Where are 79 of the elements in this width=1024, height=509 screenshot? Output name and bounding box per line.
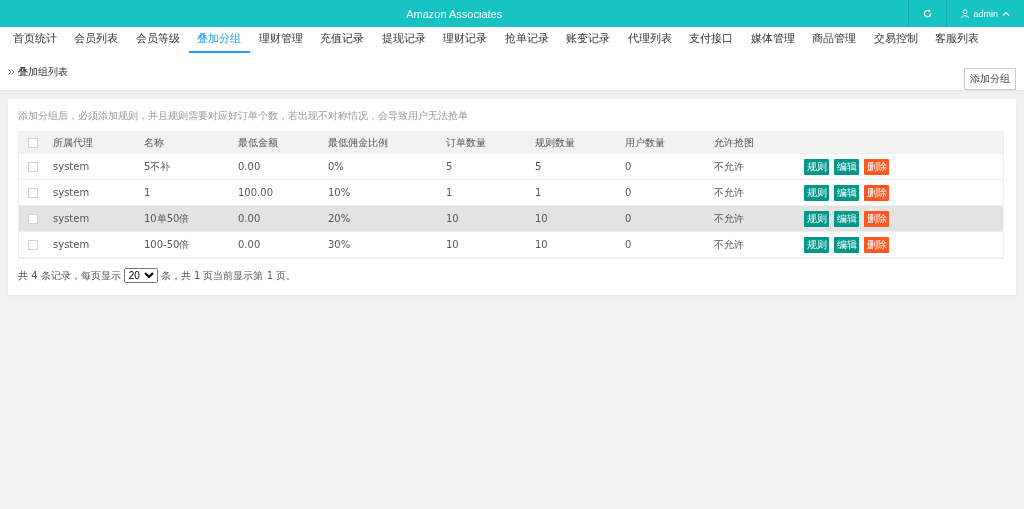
table-cell: system [53,239,90,250]
table-cell: 不允许 [714,237,744,252]
table-cell: 10 [446,239,459,250]
nav-tab[interactable]: 代理列表 [619,27,681,53]
checkbox[interactable] [28,137,38,148]
table-cell: 0.00 [238,213,261,224]
rules-button[interactable]: 规则 [804,210,829,227]
edit-button[interactable]: 编辑 [834,184,859,201]
edit-button[interactable]: 编辑 [834,236,859,253]
pagination-text: 条，共 1 页当前显示第 1 页。 [160,268,297,283]
rules-button[interactable]: 规则 [804,158,829,175]
pagination-text: 共 4 条记录，每页显示 [18,268,121,283]
table-cell: 1 [144,187,151,198]
nav-tab[interactable]: 媒体管理 [742,27,804,53]
checkbox[interactable] [28,239,38,250]
table-cell: 10 [535,239,548,250]
nav-tab[interactable]: 会员列表 [65,27,127,53]
add-group-button[interactable]: 添加分组 [964,67,1016,90]
nav-tab[interactable]: 商品管理 [803,27,865,53]
nav-tab[interactable]: 首页统计 [4,27,66,53]
double-chevron-icon [8,68,15,75]
table-cell: 5 [446,161,453,172]
table-cell: 不允许 [714,211,744,226]
table-cell: 5不补 [144,159,171,174]
column-header: 最低佣金比例 [328,135,388,150]
nav-tab[interactable]: 客服列表 [926,27,988,53]
table-cell: 0% [328,161,344,172]
table-cell: 0 [625,187,632,198]
table-cell: 10 [446,213,459,224]
nav-tab[interactable]: 抢单记录 [496,27,558,53]
table-cell: 100.00 [238,187,273,198]
table-cell: system [53,161,90,172]
nav-tab[interactable]: 支付接口 [680,27,742,53]
table-cell: 30% [328,239,351,250]
rules-button[interactable]: 规则 [804,184,829,201]
column-header: 订单数量 [446,135,486,150]
nav-tab[interactable]: 账变记录 [557,27,619,53]
table-cell: 0 [625,239,632,250]
table-cell: 100-50倍 [144,237,190,252]
user-icon [961,9,970,18]
table-cell: 0.00 [238,161,261,172]
column-header: 规则数量 [535,135,575,150]
table-cell: 1 [535,187,542,198]
table-cell: 10% [328,187,351,198]
page-size-select[interactable]: 20 [123,268,158,283]
table-cell: 不允许 [714,185,744,200]
edit-button[interactable]: 编辑 [834,158,859,175]
refresh-icon [923,9,933,18]
column-header: 最低金额 [238,135,278,150]
table-cell: 0.00 [238,239,261,250]
table-cell: 0 [625,213,632,224]
nav-tab[interactable]: 理财记录 [434,27,496,53]
checkbox[interactable] [28,187,38,198]
edit-button[interactable]: 编辑 [834,210,859,227]
table-cell: 5 [535,161,542,172]
column-header: 名称 [144,135,164,150]
column-header: 所属代理 [53,135,93,150]
app-title: Amazon Associates [405,7,504,20]
nav-tab[interactable]: 理财管理 [250,27,312,53]
table-cell: 不允许 [714,159,744,174]
table-cell: 0 [625,161,632,172]
table-cell: system [53,187,90,198]
notice-text: 添加分组后，必须添加规则，并且规则需要对应好订单个数，若出现不对称情况，会导致用户无法抢单 [18,109,469,123]
table-cell: 20% [328,213,351,224]
breadcrumb: 叠加组列表 [18,64,68,79]
table-cell: 10 [535,213,548,224]
column-header: 允许抢图 [714,135,754,150]
rules-button[interactable]: 规则 [804,236,829,253]
checkbox[interactable] [28,213,38,224]
nav-tab[interactable]: 提现记录 [373,27,435,53]
nav-tab[interactable]: 会员等级 [127,27,189,53]
table-cell: system [53,213,90,224]
caret-icon [1002,11,1010,16]
table-cell: 1 [446,187,453,198]
nav-tab[interactable]: 交易控制 [865,27,927,53]
table-cell: 10单50倍 [144,211,190,226]
nav-tab[interactable]: 充值记录 [311,27,373,53]
column-header: 用户数量 [625,135,665,150]
checkbox[interactable] [28,161,38,172]
